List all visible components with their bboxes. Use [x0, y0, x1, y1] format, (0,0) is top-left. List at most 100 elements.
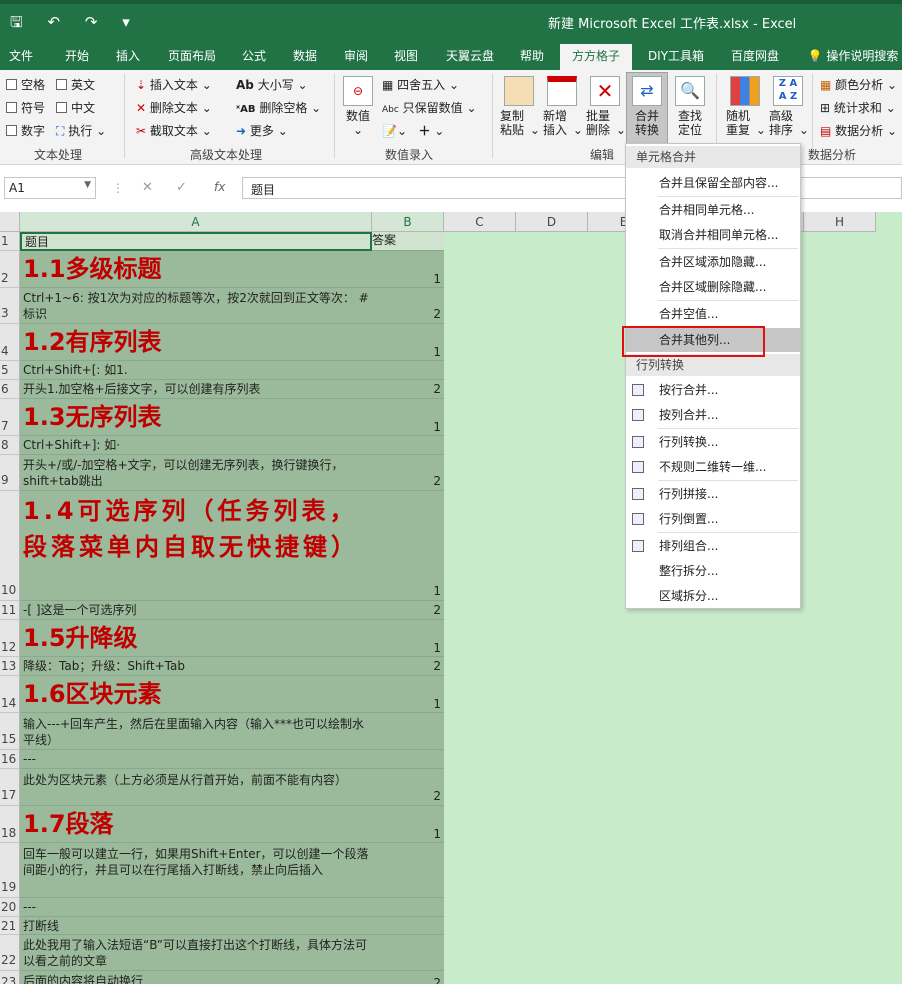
row-header[interactable]: 14 — [0, 676, 20, 713]
checkbox-number[interactable]: 数字 — [6, 122, 45, 139]
cell-b12[interactable]: 1 — [372, 620, 444, 657]
cancel-icon[interactable]: ✕ — [142, 180, 153, 195]
cell-b10[interactable]: 1 — [372, 491, 444, 601]
row-header[interactable]: 4 — [0, 324, 20, 361]
menu-item-split-region[interactable]: 区域拆分... — [626, 584, 800, 608]
tab-help[interactable]: 帮助 — [512, 44, 552, 70]
extract-text-button[interactable]: ✂ 截取文本 ⌄ — [136, 122, 212, 139]
row-header[interactable]: 15 — [0, 713, 20, 750]
cell-b1[interactable]: 答案 — [372, 232, 444, 251]
cell-b4[interactable]: 1 — [372, 324, 444, 361]
row-header[interactable]: 2 — [0, 251, 20, 288]
tab-data[interactable]: 数据 — [284, 44, 326, 70]
menu-item-row-column-splice[interactable]: 行列拼接... — [626, 482, 800, 506]
cell-b15[interactable] — [372, 713, 444, 750]
menu-item-merge-by-column[interactable]: 按列合并... — [626, 403, 800, 427]
cell-b16[interactable] — [372, 750, 444, 769]
column-header-d[interactable]: D — [516, 212, 588, 232]
cell-a16[interactable]: --- — [20, 750, 372, 769]
row-header[interactable]: 17 — [0, 769, 20, 806]
cell-a2[interactable]: 1.1多级标题 — [20, 251, 372, 288]
cell-a8[interactable]: Ctrl+Shift+]: 如· — [20, 436, 372, 455]
tab-formulas[interactable]: 公式 — [234, 44, 274, 70]
cell-a18[interactable]: 1.7段落 — [20, 806, 372, 843]
cell-b7[interactable]: 1 — [372, 399, 444, 436]
row-header[interactable]: 18 — [0, 806, 20, 843]
tab-file[interactable]: 文件 — [0, 44, 42, 70]
find-locate-button[interactable]: 🔍 查找定位 ⌄ — [670, 76, 710, 151]
stats-sum-button[interactable]: ⊞ 统计求和 ⌄ — [820, 99, 896, 116]
checkbox-english[interactable]: 英文 — [56, 76, 95, 93]
checkbox-chinese[interactable]: 中文 — [56, 99, 95, 116]
checkbox-space[interactable]: 空格 — [6, 76, 45, 93]
menu-item-permutation[interactable]: 排列组合... — [626, 534, 800, 558]
round-button[interactable]: ▦ 四舍五入 ⌄ — [382, 76, 459, 93]
row-header[interactable]: 5 — [0, 361, 20, 380]
cell-a6[interactable]: 开头1.加空格+后接文字，可以创建有序列表 — [20, 380, 372, 399]
checkbox-symbol[interactable]: 符号 — [6, 99, 45, 116]
menu-item-row-column-convert[interactable]: 行列转换... — [626, 430, 800, 454]
cell-a10[interactable]: 1.4可选序列（任务列表，段落菜单内自取无快捷键） — [20, 491, 372, 601]
advanced-sort-button[interactable]: Z AA Z 高级排序 ⌄ — [767, 76, 809, 137]
cell-a12[interactable]: 1.5升降级 — [20, 620, 372, 657]
column-header-h[interactable]: H — [804, 212, 876, 232]
tab-view[interactable]: 视图 — [386, 44, 426, 70]
keep-numbers-button[interactable]: Abc 只保留数值 ⌄ — [382, 99, 477, 116]
chevron-down-icon[interactable]: ▼ — [84, 180, 91, 190]
cell-a15[interactable]: 输入---+回车产生，然后在里面输入内容（输入***也可以绘制水平线） — [20, 713, 372, 750]
row-header[interactable]: 3 — [0, 288, 20, 324]
menu-item-merge-same[interactable]: 合并相同单元格... — [626, 198, 800, 222]
row-header[interactable]: 9 — [0, 455, 20, 491]
column-header-b[interactable]: B — [372, 212, 444, 232]
enter-icon[interactable]: ✓ — [176, 180, 187, 195]
random-repeat-button[interactable]: 随机重复 ⌄ — [724, 76, 766, 137]
case-button[interactable]: Ab 大小写 ⌄ — [236, 76, 308, 93]
tab-search[interactable]: 💡 操作说明搜索 — [804, 44, 902, 70]
tab-home[interactable]: 开始 — [54, 44, 100, 70]
execute-button[interactable]: ⛶ 执行 ⌄ — [56, 122, 106, 139]
name-box[interactable]: A1 ▼ — [4, 177, 96, 199]
cell-b11[interactable]: 2 — [372, 601, 444, 620]
row-header[interactable]: 13 — [0, 657, 20, 676]
tab-fangfang[interactable]: 方方格子 — [560, 44, 632, 70]
cell-a17[interactable]: 此处为区块元素（上方必须是从行首开始，前面不能有内容） — [20, 769, 372, 806]
cell-a13[interactable]: 降级：Tab；升级：Shift+Tab — [20, 657, 372, 676]
plus-icon[interactable]: ＋ — [418, 124, 430, 138]
row-header[interactable]: 10 — [0, 491, 20, 601]
merge-convert-button[interactable]: ⇄ 合并转换 ⌄ — [626, 72, 668, 151]
more-button[interactable]: ➜ 更多 ⌄ — [236, 122, 288, 139]
cell-a9[interactable]: 开头+/或/-加空格+文字，可以创建无序列表，换行键换行，shift+tab跳出 — [20, 455, 372, 491]
row-header[interactable]: 1 — [0, 232, 20, 251]
row-header[interactable]: 19 — [0, 843, 20, 898]
color-analysis-button[interactable]: ▦ 颜色分析 ⌄ — [820, 76, 897, 93]
row-header[interactable]: 16 — [0, 750, 20, 769]
menu-item-unmerge-same[interactable]: 取消合并相同单元格... — [626, 223, 800, 247]
cell-b9[interactable]: 2 — [372, 455, 444, 491]
new-insert-button[interactable]: 新增插入 ⌄ — [541, 76, 583, 137]
tab-insert[interactable]: 插入 — [106, 44, 150, 70]
menu-item-split-rows[interactable]: 整行拆分... — [626, 559, 800, 583]
formula-input[interactable]: 题目 — [242, 177, 902, 199]
cell-b6[interactable]: 2 — [372, 380, 444, 399]
cell-b13[interactable]: 2 — [372, 657, 444, 676]
row-header[interactable]: 12 — [0, 620, 20, 657]
delete-text-button[interactable]: ✕ 删除文本 ⌄ — [136, 99, 212, 116]
cell-b20[interactable] — [372, 898, 444, 917]
cell-a7[interactable]: 1.3无序列表 — [20, 399, 372, 436]
cell-b2[interactable]: 1 — [372, 251, 444, 288]
fx-icon[interactable]: fx — [214, 180, 225, 194]
copy-paste-button[interactable]: 复制粘贴 ⌄ — [498, 76, 540, 137]
cell-a4[interactable]: 1.2有序列表 — [20, 324, 372, 361]
tab-baidu-netdisk[interactable]: 百度网盘 — [722, 44, 788, 70]
menu-item-merge-empty[interactable]: 合并空值... — [626, 302, 800, 326]
insert-text-button[interactable]: ⇣ 插入文本 ⌄ — [136, 76, 212, 93]
menu-item-merge-keep-all[interactable]: 合并且保留全部内容... — [626, 171, 800, 195]
edit-tools-button[interactable]: 📝⌄ ＋ ⌄ — [382, 122, 444, 139]
cell-b5[interactable] — [372, 361, 444, 380]
row-header[interactable]: 22 — [0, 935, 20, 971]
cell-b8[interactable] — [372, 436, 444, 455]
row-header[interactable]: 7 — [0, 399, 20, 436]
cell-a14[interactable]: 1.6区块元素 — [20, 676, 372, 713]
tab-tianyi-cloud[interactable]: 天翼云盘 — [438, 44, 502, 70]
cell-b23[interactable]: 2 — [372, 971, 444, 984]
